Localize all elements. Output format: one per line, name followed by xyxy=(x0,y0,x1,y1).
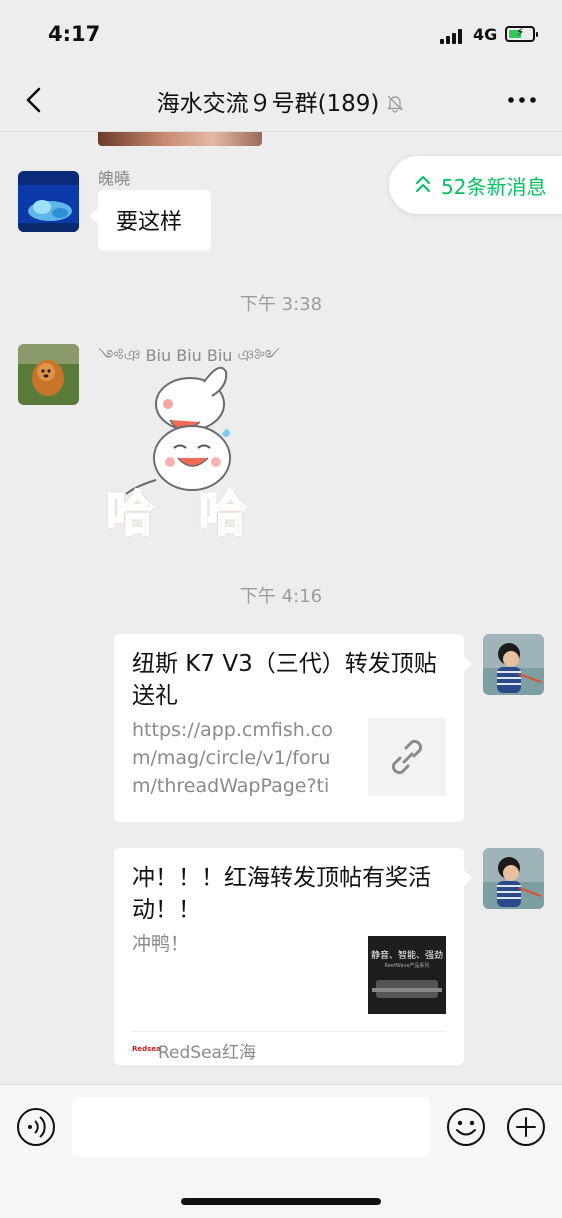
voice-icon xyxy=(17,1108,55,1146)
aquarium-coral-avatar-icon xyxy=(18,171,79,232)
child-avatar-icon xyxy=(483,848,544,909)
link-icon xyxy=(391,739,423,775)
voice-input-button[interactable] xyxy=(16,1107,56,1147)
article-source: Redsea RedSea红海 xyxy=(132,1031,446,1065)
time-divider: 下午 3:38 xyxy=(239,294,323,315)
chat-title: 海水交流９号群(189) xyxy=(156,91,380,117)
image-message-peek[interactable] xyxy=(98,132,262,146)
new-messages-button[interactable]: 52条新消息 xyxy=(389,156,562,214)
battery-icon: ⚡ xyxy=(505,25,538,42)
network-type: 4G xyxy=(473,25,498,44)
double-chevron-up-icon xyxy=(416,176,430,192)
emoji-button[interactable] xyxy=(446,1107,486,1147)
sender-avatar-2[interactable] xyxy=(18,344,79,405)
smiley-icon xyxy=(447,1108,485,1146)
home-indicator xyxy=(181,1198,381,1205)
self-avatar[interactable] xyxy=(483,634,544,695)
sender-name-1: 魄曉 xyxy=(98,169,131,188)
signal-icon xyxy=(440,28,466,44)
article-card-title: 冲！！！红海转发顶帖有奖活动！！ xyxy=(132,865,431,923)
more-dots-icon xyxy=(508,97,536,103)
sticker-caption: 哈 哈 xyxy=(105,485,261,543)
message-text: 要这样 xyxy=(116,210,183,235)
time-divider: 下午 4:16 xyxy=(239,586,323,607)
bell-muted-icon xyxy=(387,95,404,113)
link-card-url: https://app.cmfish.com/mag/circle/v1/for… xyxy=(132,719,333,797)
sender-avatar-1[interactable] xyxy=(18,171,79,232)
plus-icon xyxy=(507,1108,545,1146)
link-card-title: 纽斯 K7 V3（三代）转发顶贴送礼 xyxy=(132,651,437,709)
dog-avatar-icon xyxy=(18,344,79,405)
link-card[interactable]: 纽斯 K7 V3（三代）转发顶贴送礼 https://app.cmfish.co… xyxy=(114,634,472,822)
self-avatar[interactable] xyxy=(483,848,544,909)
article-card[interactable]: 冲！！！红海转发顶帖有奖活动！！ 冲鸭！ 静音、智能、强劲 ReefWave产品… xyxy=(114,848,472,1065)
sticker-message[interactable]: 哈 哈 xyxy=(100,362,280,543)
chat-header: 海水交流９号群(189) xyxy=(0,70,562,132)
redsea-logo: Redsea xyxy=(132,1045,161,1053)
link-thumbnail xyxy=(368,718,446,796)
thumbnail-caption: 静音、智能、强劲 xyxy=(370,951,443,961)
more-functions-button[interactable] xyxy=(506,1107,546,1147)
thumbnail-subcaption: ReefWave产品系列 xyxy=(384,963,430,969)
chat-message-list[interactable]: 魄曉 要这样 52条新消息 下午 3:38 ༺ঞ Biu Biu Biu ঞ༻ xyxy=(0,132,562,1084)
child-avatar-icon xyxy=(483,634,544,695)
article-thumbnail: 静音、智能、强劲 ReefWave产品系列 xyxy=(368,936,446,1014)
more-options-button[interactable] xyxy=(506,86,538,114)
status-time: 4:17 xyxy=(48,22,101,46)
status-bar: 4:17 4G ⚡ xyxy=(0,0,562,70)
article-card-desc: 冲鸭！ xyxy=(132,933,190,955)
article-source-name: RedSea红海 xyxy=(158,1043,256,1063)
message-input[interactable] xyxy=(72,1097,430,1157)
chat-title-wrap: 海水交流９号群(189) xyxy=(0,84,562,118)
text-message-bubble[interactable]: 要这样 xyxy=(90,190,211,251)
new-messages-label: 52条新消息 xyxy=(441,175,547,199)
